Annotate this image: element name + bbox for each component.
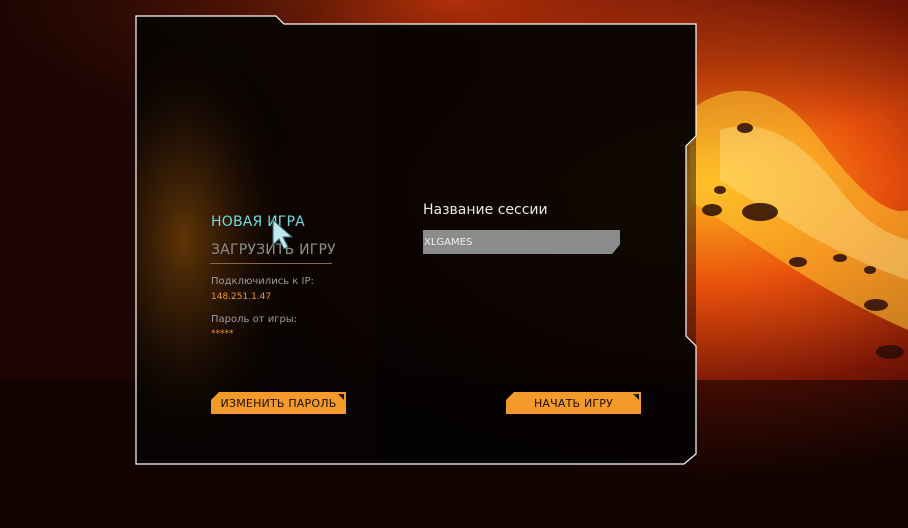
corner-notch-icon [633,394,639,400]
corner-notch-icon [338,394,344,400]
password-value: ***** [211,329,234,339]
password-label: Пароль от игры: [211,314,298,325]
mouse-cursor-icon [272,219,294,250]
lava-background [0,0,908,528]
ip-value: 148.251.1.47 [211,292,272,302]
start-game-label: НАЧАТЬ ИГРУ [533,396,614,410]
start-game-button[interactable]: НАЧАТЬ ИГРУ [506,392,641,414]
session-name-input[interactable] [423,230,620,254]
change-password-button[interactable]: ИЗМЕНИТЬ ПАРОЛЬ [211,392,346,414]
menu-divider [210,263,332,264]
ip-label: Подключились к IP: [211,276,314,287]
session-name-title: Название сессии [423,202,548,218]
change-password-label: ИЗМЕНИТЬ ПАРОЛЬ [220,396,337,410]
